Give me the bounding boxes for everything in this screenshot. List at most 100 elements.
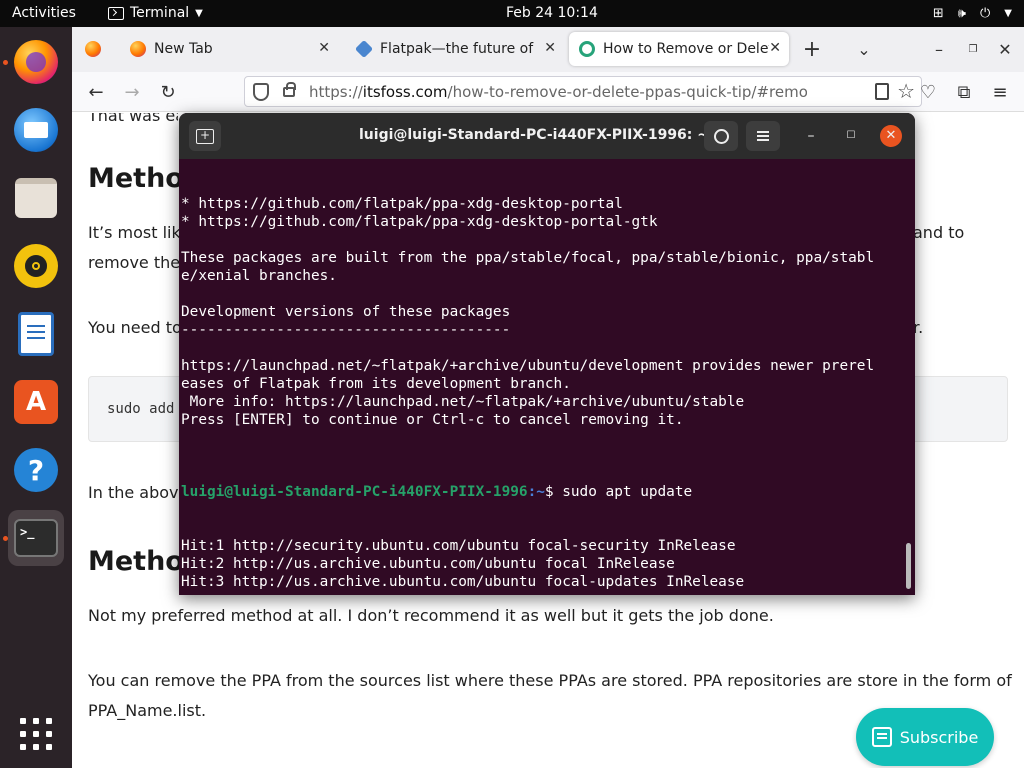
volume-icon: 🕪 [957, 6, 966, 21]
terminal-line: Press [ENTER] to continue or Ctrl-c to c… [181, 412, 684, 428]
lock-icon[interactable] [283, 81, 296, 97]
text-line: That was ea [88, 113, 178, 125]
paragraph: PPA_Name.list. [88, 701, 207, 720]
terminal-line: Development versions of these packages [181, 304, 511, 320]
terminal-scrollbar[interactable] [906, 543, 911, 589]
terminal-app-icon [108, 7, 124, 20]
prompt-user: luigi@luigi-Standard-PC-i440FX-PIIX-1996 [181, 484, 528, 500]
terminal-line: * https://github.com/flatpak/ppa-xdg-des… [181, 196, 623, 212]
terminal-icon: >_ [14, 519, 58, 557]
paragraph: Not my preferred method at all. I don’t … [88, 606, 774, 625]
dock-thunderbird[interactable] [8, 102, 64, 158]
tab-title: How to Remove or Delete [603, 41, 769, 57]
paragraph-fragment: It’s most lik [88, 223, 181, 242]
show-applications-button[interactable] [20, 718, 52, 750]
terminal-menu-icon[interactable] [746, 121, 780, 151]
close-window-button[interactable]: ✕ [991, 35, 1019, 63]
tab-flatpak[interactable]: Flatpak—the future of ap ✕ [346, 32, 558, 66]
reload-button[interactable]: ↻ [154, 78, 182, 106]
dock-writer[interactable] [8, 306, 64, 362]
terminal-line: Hit:4 http://us.archive.ubuntu.com/ubunt… [181, 591, 901, 593]
url-bar[interactable]: https://itsfoss.com/how-to-remove-or-del… [244, 76, 922, 107]
caret-down-icon: ▼ [195, 8, 203, 19]
maximize-button[interactable]: ❐ [959, 35, 987, 63]
close-tab-icon[interactable]: ✕ [318, 40, 330, 56]
terminal-line: https://launchpad.net/~flatpak/+archive/… [181, 358, 875, 374]
navigation-bar: ← → ↻ https://itsfoss.com/how-to-remove-… [72, 72, 1024, 112]
pocket-icon[interactable]: ♡ [914, 78, 942, 106]
list-tabs-button[interactable]: ⌄ [850, 35, 878, 63]
url-path: /how-to-remove-or-delete-ppas-quick-tip/… [447, 82, 807, 101]
app-menu-button[interactable]: Terminal ▼ [108, 0, 203, 27]
terminal-output[interactable]: * https://github.com/flatpak/ppa-xdg-des… [181, 159, 901, 593]
terminal-close-button[interactable]: ✕ [880, 125, 902, 147]
subscribe-button[interactable]: Subscribe [856, 708, 994, 766]
new-tab-button[interactable]: + [798, 35, 826, 63]
terminal-title: luigi@luigi-Standard-PC-i440FX-PIIX-1996… [359, 127, 709, 143]
close-tab-icon[interactable]: ✕ [769, 40, 781, 56]
tracking-protection-icon[interactable] [253, 82, 269, 101]
terminal-command-line: luigi@luigi-Standard-PC-i440FX-PIIX-1996… [181, 483, 901, 501]
reader-view-icon[interactable] [875, 83, 889, 100]
tab-new-tab[interactable]: New Tab ✕ [120, 32, 338, 66]
terminal-line: Hit:3 http://us.archive.ubuntu.com/ubunt… [181, 574, 745, 590]
terminal-line: * https://github.com/flatpak/ppa-xdg-des… [181, 214, 658, 230]
code-text: sudo add [107, 401, 175, 417]
flatpak-icon [354, 39, 374, 59]
writer-icon [18, 312, 54, 356]
terminal-search-icon[interactable] [704, 121, 738, 151]
forward-button[interactable]: → [118, 78, 146, 106]
dock-help[interactable]: ? [8, 442, 64, 498]
dock-software[interactable]: A [8, 374, 64, 430]
activities-button[interactable]: Activities [12, 0, 76, 27]
tab-remove-ppa[interactable]: How to Remove or Delete ✕ [569, 32, 789, 66]
thunderbird-icon [14, 108, 58, 152]
back-button[interactable]: ← [82, 78, 110, 106]
terminal-line: eases of Flatpak from its development br… [181, 376, 571, 392]
firefox-icon [130, 41, 146, 57]
paragraph-fragment: and to [913, 223, 965, 242]
firefox-icon [14, 40, 58, 84]
terminal-line: These packages are built from the ppa/st… [181, 250, 875, 266]
subscribe-label: Subscribe [899, 727, 979, 747]
hamburger-menu-icon[interactable]: ≡ [986, 78, 1014, 106]
files-icon [15, 178, 57, 218]
extensions-icon[interactable]: ⧉ [950, 78, 978, 106]
terminal-line: More info: https://launchpad.net/~flatpa… [181, 394, 745, 410]
newsletter-icon [871, 727, 892, 747]
url-host: itsfoss.com [362, 82, 448, 101]
dock-files[interactable] [8, 170, 64, 226]
top-bar: Activities Terminal ▼ Feb 24 10:14 ⊞ 🕪 ⏻… [0, 0, 1024, 27]
network-icon: ⊞ [932, 6, 944, 21]
clock[interactable]: Feb 24 10:14 [506, 0, 598, 27]
prompt-path: :~ [527, 484, 545, 500]
section-heading: Metho [88, 163, 184, 194]
url-text[interactable]: https://itsfoss.com/how-to-remove-or-del… [309, 83, 807, 101]
close-tab-icon[interactable]: ✕ [544, 40, 556, 56]
firefox-icon [85, 41, 101, 57]
tab-bar: New Tab ✕ Flatpak—the future of ap ✕ How… [72, 27, 1024, 72]
dock-terminal[interactable]: >_ [8, 510, 64, 566]
terminal-line: e/xenial branches. [181, 268, 337, 284]
power-icon: ⏻ [980, 6, 991, 21]
dock-firefox[interactable] [8, 34, 64, 90]
section-heading: Metho [88, 546, 184, 577]
terminal-header-bar[interactable]: luigi@luigi-Standard-PC-i440FX-PIIX-1996… [179, 113, 915, 159]
rhythmbox-icon [14, 244, 58, 288]
system-tray[interactable]: ⊞ 🕪 ⏻ ▼ [933, 0, 1012, 27]
bookmark-star-icon[interactable]: ☆ [897, 79, 915, 103]
terminal-maximize-button[interactable]: ☐ [840, 125, 862, 147]
paragraph-fragment: You need to [88, 318, 182, 337]
dock-rhythmbox[interactable] [8, 238, 64, 294]
paragraph: You can remove the PPA from the sources … [88, 671, 1012, 690]
tab-title: New Tab [154, 41, 213, 57]
tab-pinned-firefox[interactable] [80, 32, 108, 66]
terminal-minimize-button[interactable]: – [800, 125, 822, 147]
terminal-new-tab-button[interactable] [189, 121, 221, 151]
terminal-output-after: Hit:1 http://security.ubuntu.com/ubuntu … [181, 537, 901, 593]
terminal-window[interactable]: luigi@luigi-Standard-PC-i440FX-PIIX-1996… [179, 113, 915, 595]
minimize-button[interactable]: – [925, 35, 953, 63]
tab-title: Flatpak—the future of ap [380, 41, 538, 57]
